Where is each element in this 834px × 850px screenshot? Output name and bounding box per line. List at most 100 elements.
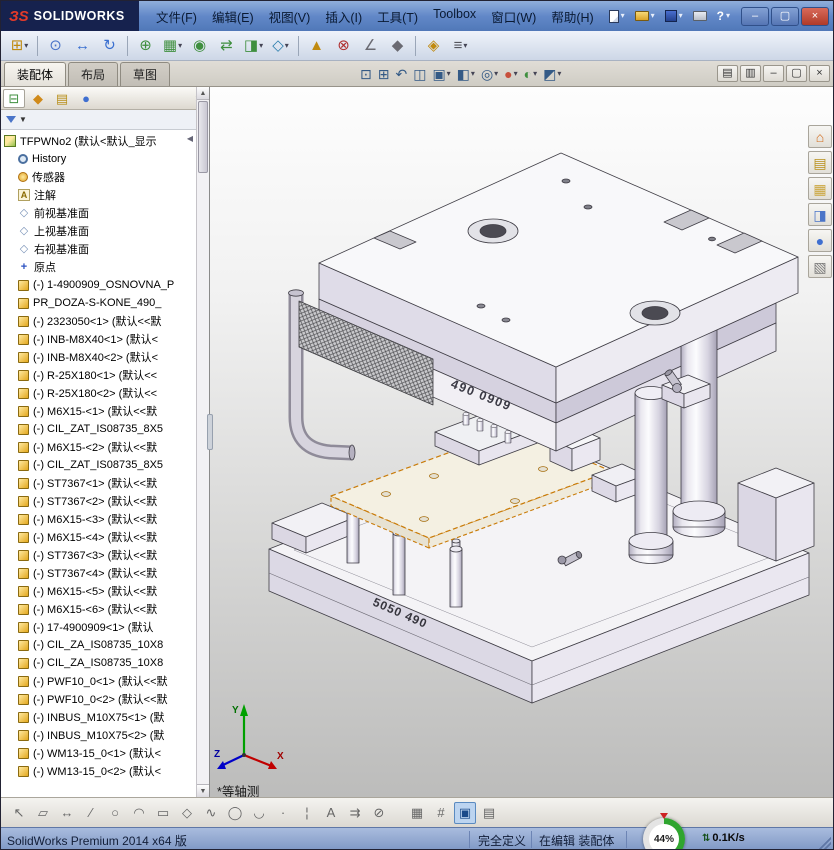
tree-item[interactable]: (-) CIL_ZA_IS08735_10X8 <box>1 636 196 654</box>
convert-entities-button[interactable]: ⇉ <box>344 802 366 824</box>
maximize-window-button[interactable]: ▢ <box>771 6 799 26</box>
tile-vertically-button[interactable]: ▥ <box>740 65 761 82</box>
reference-geometry-button[interactable]: ◇ ▾ <box>268 34 293 58</box>
new-document-button[interactable]: ▾ <box>606 8 628 25</box>
tree-item[interactable]: (-) WM13-15_0<1> (默认< <box>1 744 196 762</box>
tree-item[interactable]: (-) ST7367<3> (默认<<默 <box>1 546 196 564</box>
tree-item[interactable]: (-) 17-4900909<1> (默认 <box>1 618 196 636</box>
tree-item[interactable]: (-) ST7367<4> (默认<<默 <box>1 564 196 582</box>
tree-item[interactable]: (-) M6X15-<6> (默认<<默 <box>1 600 196 618</box>
menu-item-窗口(W)[interactable]: 窗口(W) <box>484 3 543 30</box>
instant-3d-button[interactable]: ◈ <box>421 34 446 58</box>
sketch-button[interactable]: ▱ <box>32 802 54 824</box>
tree-item[interactable]: (-) INBUS_M10X75<1> (默 <box>1 708 196 726</box>
tree-item[interactable]: (-) CIL_ZA_IS08735_10X8 <box>1 654 196 672</box>
tree-item[interactable]: (-) WM13-15_0<2> (默认< <box>1 762 196 780</box>
section-view-button[interactable]: ◫ <box>410 63 429 84</box>
mass-properties-button[interactable]: ◆ <box>385 34 410 58</box>
tree-item[interactable]: (-) INB-M8X40<1> (默认< <box>1 330 196 348</box>
rotate-component-button[interactable]: ↻ <box>97 34 122 58</box>
tab-草图[interactable]: 草图 <box>120 62 171 86</box>
options-button[interactable]: ≡ ▾ <box>448 34 473 58</box>
tree-item[interactable]: 传感器 <box>1 168 196 186</box>
guide-pillar-front[interactable] <box>628 386 674 564</box>
mirror-components-button[interactable]: ⇄ <box>214 34 239 58</box>
mate-button[interactable]: ⊙ <box>43 34 68 58</box>
tree-item[interactable]: (-) R-25X180<2> (默认<< <box>1 384 196 402</box>
interference-detection-button[interactable]: ⊗ <box>331 34 356 58</box>
tree-filter-row[interactable]: ▼ <box>1 110 209 130</box>
scrollbar-thumb[interactable] <box>198 101 208 173</box>
smart-dimension-button[interactable]: ↔ <box>56 802 78 824</box>
menu-item-视图(V)[interactable]: 视图(V) <box>262 3 318 30</box>
linear-component-pattern-button[interactable]: ▦ ▾ <box>160 34 185 58</box>
menu-item-Toolbox[interactable]: Toolbox <box>426 3 483 30</box>
previous-view-button[interactable]: ↶ <box>392 63 410 84</box>
resize-grip[interactable] <box>819 837 831 849</box>
view-sketch-relations-button[interactable]: ▣ <box>454 801 476 824</box>
tree-item[interactable]: (-) M6X15-<5> (默认<<默 <box>1 582 196 600</box>
minimize-window-button[interactable]: – <box>741 6 769 26</box>
tree-item[interactable]: (-) PWF10_0<1> (默认<<默 <box>1 672 196 690</box>
tree-item[interactable]: (-) INBUS_M10X75<2> (默 <box>1 726 196 744</box>
tree-item[interactable]: (-) 2323050<1> (默认<<默 <box>1 312 196 330</box>
tree-item[interactable]: A 注解 <box>1 186 196 204</box>
measure-button[interactable]: ∠ <box>358 34 383 58</box>
arc-button[interactable]: ◠ <box>128 802 150 824</box>
tab-布局[interactable]: 布局 <box>68 62 119 86</box>
close-document-button[interactable]: × <box>809 65 830 82</box>
design-library-tab[interactable]: ▤ <box>808 151 832 174</box>
ellipse-button[interactable]: ◯ <box>224 802 246 824</box>
solidworks-resources-tab[interactable]: ⌂ <box>808 125 832 148</box>
menu-item-文件(F)[interactable]: 文件(F) <box>149 3 204 30</box>
tree-item[interactable]: PR_DOZA-S-KONE_490_ <box>1 294 196 312</box>
circular-component-pattern-button[interactable]: ◉ <box>187 34 212 58</box>
tree-root[interactable]: TFPWNo2 (默认<默认_显示 <box>1 132 196 150</box>
exploded-view-button[interactable]: ▲ <box>304 34 329 58</box>
polygon-button[interactable]: ◇ <box>176 802 198 824</box>
menu-item-工具(T)[interactable]: 工具(T) <box>370 3 425 30</box>
point-button[interactable]: · <box>272 802 294 824</box>
menu-item-编辑(E)[interactable]: 编辑(E) <box>205 3 261 30</box>
display-style-button[interactable]: ◧ ▾ <box>454 63 478 84</box>
scroll-up-icon[interactable]: ▲ <box>197 87 209 100</box>
trim-entities-button[interactable]: ⊘ <box>368 802 390 824</box>
view-palette-tab[interactable]: ◨ <box>808 203 832 226</box>
move-component-button[interactable]: ↔ <box>70 34 95 58</box>
tree-item[interactable]: (-) R-25X180<1> (默认<< <box>1 366 196 384</box>
open-document-button[interactable]: ▾ <box>632 9 658 23</box>
tree-item[interactable]: (-) M6X15-<3> (默认<<默 <box>1 510 196 528</box>
save-document-button[interactable]: ▾ <box>662 8 686 24</box>
menu-item-帮助(H)[interactable]: 帮助(H) <box>544 3 600 30</box>
feature-manager-tab[interactable]: ⊟ <box>3 88 25 108</box>
snap-settings-button[interactable]: # <box>430 802 452 824</box>
line-button[interactable]: ∕ <box>80 802 102 824</box>
print-document-button[interactable] <box>690 9 710 23</box>
tree-item[interactable]: + 原点 <box>1 258 196 276</box>
spline-button[interactable]: ∿ <box>200 802 222 824</box>
scroll-down-icon[interactable]: ▼ <box>197 784 209 797</box>
close-window-button[interactable]: × <box>801 6 829 26</box>
tree-item[interactable]: (-) M6X15-<2> (默认<<默 <box>1 438 196 456</box>
model-canvas[interactable]: 5050 490 490 0909 <box>210 87 833 797</box>
grid-settings-button[interactable]: ▦ <box>406 802 428 824</box>
edit-appearance-button[interactable]: ● ▾ <box>501 63 520 84</box>
smart-fasteners-button[interactable]: ⊕ <box>133 34 158 58</box>
display-manager-tab[interactable]: ● <box>75 89 97 108</box>
tables-button[interactable]: ▤ <box>478 802 500 824</box>
tree-item[interactable]: ◇ 前视基准面 <box>1 204 196 222</box>
centerline-button[interactable]: ¦ <box>296 802 318 824</box>
panel-collapse-icon[interactable]: ◀ <box>187 134 193 143</box>
circle-button[interactable]: ○ <box>104 802 126 824</box>
tree-item[interactable]: (-) ST7367<2> (默认<<默 <box>1 492 196 510</box>
right-guide-block[interactable] <box>737 467 815 562</box>
filter-dropdown-arrow-icon[interactable]: ▼ <box>19 115 27 124</box>
tab-装配体[interactable]: 装配体 <box>4 62 67 86</box>
assembly-features-button[interactable]: ◨ ▾ <box>241 34 266 58</box>
restore-document-button[interactable]: ▢ <box>786 65 807 82</box>
tree-item[interactable]: (-) M6X15-<1> (默认<<默 <box>1 402 196 420</box>
tree-item[interactable]: (-) ST7367<1> (默认<<默 <box>1 474 196 492</box>
tree-item[interactable]: (-) 1-4900909_OSNOVNA_P <box>1 276 196 294</box>
tree-item[interactable]: (-) CIL_ZAT_IS08735_8X5 <box>1 420 196 438</box>
tree-item[interactable]: (-) M6X15-<4> (默认<<默 <box>1 528 196 546</box>
